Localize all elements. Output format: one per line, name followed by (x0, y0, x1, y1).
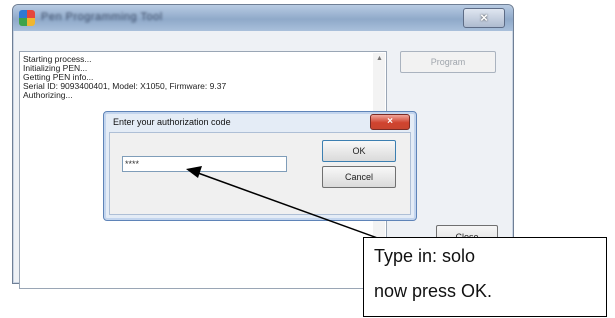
callout-line-2: now press OK. (374, 281, 493, 301)
instruction-callout: Type in: solo now press OK. (363, 237, 607, 317)
callout-line-1: Type in: solo (374, 246, 476, 266)
